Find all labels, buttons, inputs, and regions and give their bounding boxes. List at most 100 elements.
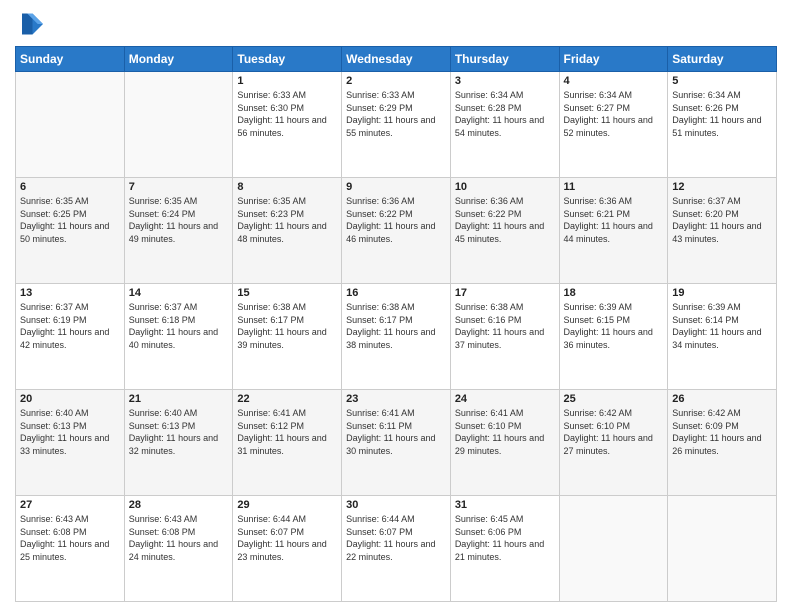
calendar-cell: 30Sunrise: 6:44 AM Sunset: 6:07 PM Dayli… [342,496,451,602]
day-number: 21 [129,393,229,405]
calendar-cell: 2 Sunrise: 6:33 AM Sunset: 6:29 PM Daylig… [342,72,451,178]
day-info: Sunrise: 6:35 AM Sunset: 6:25 PM Dayligh… [20,195,120,245]
calendar-cell: 20Sunrise: 6:40 AM Sunset: 6:13 PM Dayli… [16,390,125,496]
day-info: Sunrise: 6:43 AM Sunset: 6:08 PM Dayligh… [129,513,229,563]
calendar-cell: 21 Sunrise: 6:40 AM Sunset: 6:13 PM Dayli… [124,390,233,496]
calendar-table: SundayMondayTuesdayWednesdayThursdayFrid… [15,46,777,602]
day-info: Sunrise: 6:41 AM Sunset: 6:12 PM Dayligh… [237,407,337,457]
day-number: 11 [564,181,664,193]
day-info: Sunrise: 6:37 AM Sunset: 6:18 PM Dayligh… [129,301,229,351]
day-info: Sunrise: 6:39 AM Sunset: 6:15 PM Dayligh… [564,301,664,351]
weekday-header-tuesday: Tuesday [233,47,342,72]
logo-icon [15,10,43,38]
day-info: Sunrise: 6:33 AM Sunset: 6:29 PM Dayligh… [346,89,446,139]
calendar-cell: 3Sunrise: 6:34 AM Sunset: 6:28 PM Daylig… [450,72,559,178]
day-info: Sunrise: 6:41 AM Sunset: 6:10 PM Dayligh… [455,407,555,457]
day-number: 23 [346,393,446,405]
day-info: Sunrise: 6:38 AM Sunset: 6:17 PM Dayligh… [346,301,446,351]
calendar-cell: 27Sunrise: 6:43 AM Sunset: 6:08 PM Dayli… [16,496,125,602]
day-number: 4 [564,75,664,87]
weekday-header-thursday: Thursday [450,47,559,72]
day-info: Sunrise: 6:40 AM Sunset: 6:13 PM Dayligh… [20,407,120,457]
day-info: Sunrise: 6:34 AM Sunset: 6:26 PM Dayligh… [672,89,772,139]
day-number: 15 [237,287,337,299]
day-number: 22 [237,393,337,405]
calendar-header: SundayMondayTuesdayWednesdayThursdayFrid… [16,47,777,72]
calendar-body: 1 Sunrise: 6:33 AM Sunset: 6:30 PM Daylig… [16,72,777,602]
day-number: 26 [672,393,772,405]
calendar-cell [124,72,233,178]
day-info: Sunrise: 6:39 AM Sunset: 6:14 PM Dayligh… [672,301,772,351]
calendar-week-5: 27Sunrise: 6:43 AM Sunset: 6:08 PM Dayli… [16,496,777,602]
day-info: Sunrise: 6:43 AM Sunset: 6:08 PM Dayligh… [20,513,120,563]
logo [15,10,47,38]
day-number: 12 [672,181,772,193]
calendar-cell: 23 Sunrise: 6:41 AM Sunset: 6:11 PM Dayli… [342,390,451,496]
calendar-cell: 26 Sunrise: 6:42 AM Sunset: 6:09 PM Dayli… [668,390,777,496]
calendar-cell: 13 Sunrise: 6:37 AM Sunset: 6:19 PM Dayli… [16,284,125,390]
day-number: 13 [20,287,120,299]
day-number: 31 [455,499,555,511]
calendar-cell: 8Sunrise: 6:35 AM Sunset: 6:23 PM Daylig… [233,178,342,284]
day-number: 19 [672,287,772,299]
day-info: Sunrise: 6:40 AM Sunset: 6:13 PM Dayligh… [129,407,229,457]
weekday-header-sunday: Sunday [16,47,125,72]
day-number: 16 [346,287,446,299]
day-info: Sunrise: 6:42 AM Sunset: 6:10 PM Dayligh… [564,407,664,457]
calendar-cell: 17 Sunrise: 6:38 AM Sunset: 6:16 PM Dayli… [450,284,559,390]
day-info: Sunrise: 6:36 AM Sunset: 6:22 PM Dayligh… [346,195,446,245]
day-number: 2 [346,75,446,87]
calendar-cell: 18 Sunrise: 6:39 AM Sunset: 6:15 PM Dayli… [559,284,668,390]
weekday-header-friday: Friday [559,47,668,72]
day-number: 29 [237,499,337,511]
calendar-cell: 6 Sunrise: 6:35 AM Sunset: 6:25 PM Daylig… [16,178,125,284]
day-info: Sunrise: 6:42 AM Sunset: 6:09 PM Dayligh… [672,407,772,457]
day-number: 24 [455,393,555,405]
calendar-cell: 7Sunrise: 6:35 AM Sunset: 6:24 PM Daylig… [124,178,233,284]
calendar-cell: 31 Sunrise: 6:45 AM Sunset: 6:06 PM Dayli… [450,496,559,602]
calendar-cell: 10 Sunrise: 6:36 AM Sunset: 6:22 PM Dayli… [450,178,559,284]
calendar-cell: 14Sunrise: 6:37 AM Sunset: 6:18 PM Dayli… [124,284,233,390]
calendar-cell: 1 Sunrise: 6:33 AM Sunset: 6:30 PM Daylig… [233,72,342,178]
calendar-week-1: 1 Sunrise: 6:33 AM Sunset: 6:30 PM Daylig… [16,72,777,178]
day-number: 9 [346,181,446,193]
day-number: 18 [564,287,664,299]
day-info: Sunrise: 6:38 AM Sunset: 6:16 PM Dayligh… [455,301,555,351]
calendar-cell: 11 Sunrise: 6:36 AM Sunset: 6:21 PM Dayli… [559,178,668,284]
day-info: Sunrise: 6:36 AM Sunset: 6:22 PM Dayligh… [455,195,555,245]
calendar-cell: 22 Sunrise: 6:41 AM Sunset: 6:12 PM Dayli… [233,390,342,496]
day-info: Sunrise: 6:36 AM Sunset: 6:21 PM Dayligh… [564,195,664,245]
weekday-header-wednesday: Wednesday [342,47,451,72]
calendar-cell: 29Sunrise: 6:44 AM Sunset: 6:07 PM Dayli… [233,496,342,602]
calendar-cell: 5Sunrise: 6:34 AM Sunset: 6:26 PM Daylig… [668,72,777,178]
day-info: Sunrise: 6:33 AM Sunset: 6:30 PM Dayligh… [237,89,337,139]
day-number: 10 [455,181,555,193]
calendar-cell: 15Sunrise: 6:38 AM Sunset: 6:17 PM Dayli… [233,284,342,390]
calendar-cell: 28 Sunrise: 6:43 AM Sunset: 6:08 PM Dayli… [124,496,233,602]
weekday-header-monday: Monday [124,47,233,72]
calendar-cell: 4Sunrise: 6:34 AM Sunset: 6:27 PM Daylig… [559,72,668,178]
day-number: 25 [564,393,664,405]
calendar-cell [16,72,125,178]
day-number: 1 [237,75,337,87]
calendar-cell: 25 Sunrise: 6:42 AM Sunset: 6:10 PM Dayli… [559,390,668,496]
calendar-cell: 9 Sunrise: 6:36 AM Sunset: 6:22 PM Daylig… [342,178,451,284]
day-number: 3 [455,75,555,87]
day-number: 8 [237,181,337,193]
day-info: Sunrise: 6:37 AM Sunset: 6:19 PM Dayligh… [20,301,120,351]
day-number: 28 [129,499,229,511]
weekday-header-saturday: Saturday [668,47,777,72]
calendar-week-4: 20Sunrise: 6:40 AM Sunset: 6:13 PM Dayli… [16,390,777,496]
day-number: 7 [129,181,229,193]
calendar-cell: 24 Sunrise: 6:41 AM Sunset: 6:10 PM Dayli… [450,390,559,496]
calendar-week-3: 13 Sunrise: 6:37 AM Sunset: 6:19 PM Dayli… [16,284,777,390]
day-info: Sunrise: 6:37 AM Sunset: 6:20 PM Dayligh… [672,195,772,245]
calendar-week-2: 6 Sunrise: 6:35 AM Sunset: 6:25 PM Daylig… [16,178,777,284]
day-number: 17 [455,287,555,299]
page: SundayMondayTuesdayWednesdayThursdayFrid… [0,0,792,612]
header [15,10,777,38]
day-number: 6 [20,181,120,193]
calendar-cell: 12 Sunrise: 6:37 AM Sunset: 6:20 PM Dayli… [668,178,777,284]
day-info: Sunrise: 6:45 AM Sunset: 6:06 PM Dayligh… [455,513,555,563]
day-info: Sunrise: 6:41 AM Sunset: 6:11 PM Dayligh… [346,407,446,457]
